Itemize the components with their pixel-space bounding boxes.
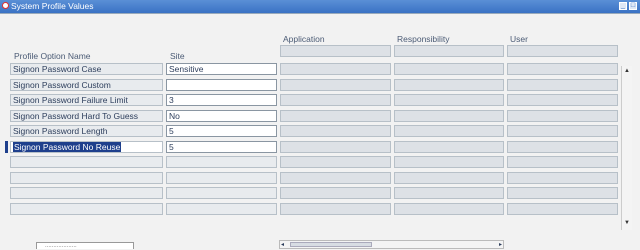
application-value-field[interactable] [280, 141, 391, 153]
site-value-field[interactable] [166, 79, 277, 91]
profile-option-name-cell[interactable]: Signon Password Failure Limit [10, 94, 163, 106]
profile-values-form: Profile Option Name Site Application Res… [0, 13, 640, 250]
responsibility-value-field[interactable] [394, 110, 504, 122]
scroll-down-icon[interactable]: ▼ [623, 219, 631, 227]
site-value-field[interactable]: 5 [166, 141, 277, 153]
site-value-field[interactable]: Sensitive [166, 63, 277, 75]
vertical-scrollbar[interactable]: ▲ ▼ [621, 66, 632, 230]
site-value-field[interactable]: 5 [166, 125, 277, 137]
minimize-icon[interactable]: _ [619, 2, 627, 10]
user-value-field[interactable] [507, 141, 618, 153]
application-value-field[interactable] [280, 125, 391, 137]
responsibility-value-field[interactable] [394, 172, 504, 184]
application-value-field[interactable] [280, 187, 391, 199]
user-value-field[interactable] [507, 110, 618, 122]
responsibility-header-box [394, 45, 504, 57]
site-value-field[interactable]: No [166, 110, 277, 122]
bottom-tab-fragment: ................... [36, 242, 134, 249]
user-value-field[interactable] [507, 156, 618, 168]
current-record-indicator [5, 141, 8, 153]
user-value-field[interactable] [507, 203, 618, 215]
profile-option-name-cell[interactable]: Signon Password No Reuse [10, 141, 163, 153]
oracle-app-icon [2, 2, 9, 9]
scroll-thumb[interactable] [290, 242, 372, 247]
application-value-field[interactable] [280, 94, 391, 106]
header-profile-option-name: Profile Option Name [14, 51, 91, 61]
profile-option-name-cell[interactable] [10, 156, 163, 168]
responsibility-value-field[interactable] [394, 94, 504, 106]
horizontal-scrollbar[interactable]: ◂ ▸ [279, 240, 504, 249]
application-value-field[interactable] [280, 172, 391, 184]
responsibility-value-field[interactable] [394, 79, 504, 91]
window-title: System Profile Values [11, 1, 94, 11]
header-application: Application [283, 34, 325, 44]
title-bar: System Profile Values _ □ [0, 0, 640, 13]
profile-option-name-cell[interactable]: Signon Password Length [10, 125, 163, 137]
profile-option-name-cell[interactable]: Signon Password Case [10, 63, 163, 75]
user-value-field[interactable] [507, 187, 618, 199]
site-value-field[interactable] [166, 172, 277, 184]
profile-option-name-cell[interactable]: Signon Password Hard To Guess [10, 110, 163, 122]
responsibility-value-field[interactable] [394, 63, 504, 75]
header-responsibility: Responsibility [397, 34, 450, 44]
scroll-up-icon[interactable]: ▲ [623, 67, 631, 75]
site-value-field[interactable]: 3 [166, 94, 277, 106]
responsibility-value-field[interactable] [394, 203, 504, 215]
application-value-field[interactable] [280, 156, 391, 168]
responsibility-value-field[interactable] [394, 187, 504, 199]
profile-option-name-cell[interactable] [10, 203, 163, 215]
maximize-icon[interactable]: □ [629, 2, 637, 10]
application-value-field[interactable] [280, 79, 391, 91]
profile-option-name-cell[interactable] [10, 172, 163, 184]
application-value-field[interactable] [280, 63, 391, 75]
application-header-box [280, 45, 391, 57]
user-value-field[interactable] [507, 79, 618, 91]
profile-option-name-cell[interactable]: Signon Password Custom [10, 79, 163, 91]
header-site: Site [170, 51, 185, 61]
header-user: User [510, 34, 528, 44]
user-header-box [507, 45, 618, 57]
responsibility-value-field[interactable] [394, 141, 504, 153]
user-value-field[interactable] [507, 172, 618, 184]
user-value-field[interactable] [507, 125, 618, 137]
application-value-field[interactable] [280, 110, 391, 122]
user-value-field[interactable] [507, 94, 618, 106]
scroll-left-icon[interactable]: ◂ [281, 241, 284, 248]
selected-text: Signon Password No Reuse [13, 142, 122, 152]
profile-option-name-cell[interactable] [10, 187, 163, 199]
site-value-field[interactable] [166, 187, 277, 199]
site-value-field[interactable] [166, 203, 277, 215]
responsibility-value-field[interactable] [394, 125, 504, 137]
application-value-field[interactable] [280, 203, 391, 215]
site-value-field[interactable] [166, 156, 277, 168]
scroll-right-icon[interactable]: ▸ [499, 241, 502, 248]
responsibility-value-field[interactable] [394, 156, 504, 168]
user-value-field[interactable] [507, 63, 618, 75]
